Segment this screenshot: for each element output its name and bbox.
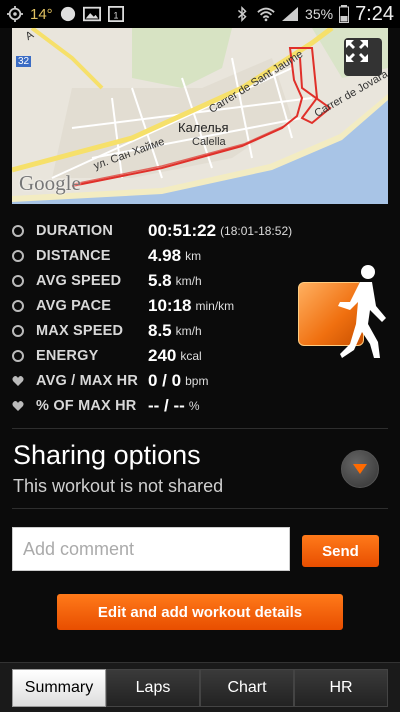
divider: [12, 508, 388, 509]
stat-value: 00:51:22: [148, 220, 217, 240]
stat-label: MAX SPEED: [36, 322, 124, 339]
tab-hr[interactable]: HR: [294, 669, 388, 707]
workout-stats: DURATION 00:51:22 (18:01-18:52) DISTANCE…: [12, 218, 312, 418]
divider: [12, 428, 388, 429]
distance-icon: [12, 249, 24, 262]
stat-row-avg-max-hr: AVG / MAX HR 0 / 0 bpm: [12, 368, 312, 393]
road-badge: 32: [16, 56, 32, 67]
city-label-latin: Calella: [192, 136, 226, 148]
status-bar: 14° 1 35% 7:24: [0, 0, 400, 28]
svg-text:1: 1: [113, 10, 118, 20]
stat-label: AVG / MAX HR: [36, 372, 139, 389]
send-comment-button[interactable]: Send: [302, 535, 379, 567]
signal-icon: [282, 7, 299, 21]
calendar-icon: 1: [107, 6, 124, 22]
stat-row-avg-pace: AVG PACE 10:18 min/km: [12, 293, 312, 318]
weather-temperature: 14°: [30, 5, 53, 23]
stat-value: 4.98: [148, 245, 182, 265]
stat-row-max-speed: MAX SPEED 8.5 km/h: [12, 318, 312, 343]
stat-label: DURATION: [36, 222, 114, 239]
stat-row-pct-max-hr: % OF MAX HR -- / -- %: [12, 393, 312, 418]
circle-notification-icon: [60, 6, 75, 22]
stat-value: -- / --: [148, 395, 185, 415]
wifi-icon: [257, 7, 275, 22]
stat-label: % OF MAX HR: [36, 397, 137, 414]
google-logo: Google: [19, 171, 81, 195]
stat-label: AVG PACE: [36, 297, 112, 314]
stat-value: 8.5: [148, 320, 172, 340]
stat-unit: kcal: [180, 348, 202, 363]
battery-icon: [339, 5, 350, 23]
stat-value: 0 / 0: [148, 370, 182, 390]
edit-workout-details-button[interactable]: Edit and add workout details: [57, 594, 343, 630]
sharing-expand-button[interactable]: [341, 450, 379, 488]
stat-label: DISTANCE: [36, 247, 111, 264]
tab-bar: Summary Laps Chart HR: [0, 662, 400, 712]
bluetooth-icon: [238, 6, 247, 22]
sharing-title: Sharing options: [13, 440, 201, 470]
tab-chart[interactable]: Chart: [200, 669, 294, 707]
max-speed-icon: [12, 324, 24, 337]
chevron-down-icon: [353, 464, 367, 474]
speed-icon: [12, 274, 24, 287]
heart-icon: [12, 375, 24, 386]
tab-laps[interactable]: Laps: [106, 669, 200, 707]
stat-value: 5.8: [148, 270, 172, 290]
stat-unit: bpm: [185, 373, 209, 388]
gps-icon: [7, 6, 23, 22]
stat-unit: min/km: [195, 298, 235, 313]
city-label-cyrillic: Калелья: [178, 120, 229, 135]
tab-summary[interactable]: Summary: [12, 669, 106, 707]
clock-icon: [12, 224, 24, 237]
expand-icon: [346, 40, 368, 62]
energy-icon: [12, 349, 24, 362]
sharing-status: This workout is not shared: [13, 476, 224, 496]
stat-row-duration: DURATION 00:51:22 (18:01-18:52): [12, 218, 312, 243]
stat-row-avg-speed: AVG SPEED 5.8 km/h: [12, 268, 312, 293]
sport-type-badge[interactable]: [298, 262, 390, 362]
heart-icon: [12, 400, 24, 411]
route-map[interactable]: 32 A ул. Сан Хайме Carrer de Sant Jaume …: [12, 28, 388, 204]
stat-value: 10:18: [148, 295, 192, 315]
stat-row-distance: DISTANCE 4.98 km: [12, 243, 312, 268]
stat-value: 240: [148, 345, 177, 365]
battery-percentage: 35%: [305, 6, 334, 22]
stat-label: AVG SPEED: [36, 272, 122, 289]
stat-unit: km/h: [175, 323, 202, 338]
running-icon: [338, 265, 386, 358]
stat-row-energy: ENERGY 240 kcal: [12, 343, 312, 368]
stat-unit: km/h: [175, 273, 202, 288]
stat-unit: %: [188, 398, 200, 413]
stat-unit: km: [185, 248, 202, 263]
comment-input[interactable]: [12, 527, 290, 571]
gallery-icon: [82, 6, 101, 22]
stat-label: ENERGY: [36, 347, 99, 364]
pace-icon: [12, 299, 24, 312]
status-clock: 7:24: [355, 2, 394, 25]
expand-map-button[interactable]: [344, 38, 382, 76]
stat-unit: (18:01-18:52): [220, 223, 293, 238]
